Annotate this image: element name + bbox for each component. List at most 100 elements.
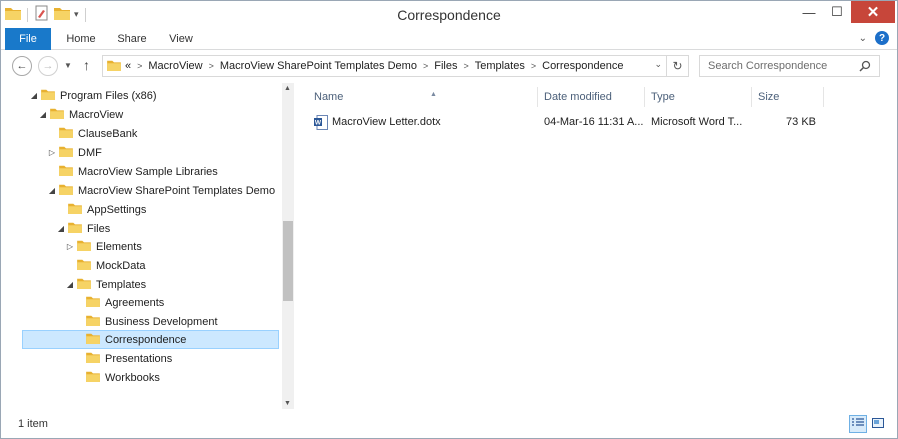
folder-icon [59, 164, 73, 179]
breadcrumb-macroview[interactable]: MacroView [148, 60, 202, 72]
tab-view[interactable]: View [161, 28, 201, 50]
minimize-button[interactable]: — [795, 1, 823, 23]
file-size: 73 KB [786, 116, 816, 128]
chevron-right-icon[interactable]: > [531, 61, 536, 71]
tab-file[interactable]: File [5, 28, 51, 50]
tree-item-correspondence[interactable]: Correspondence [22, 330, 279, 349]
breadcrumb-correspondence[interactable]: Correspondence [542, 60, 623, 72]
tree-item-label: DMF [78, 146, 102, 159]
large-icons-view-button[interactable] [869, 415, 887, 433]
tree-item-elements[interactable]: ▷ Elements [65, 237, 142, 256]
tab-share[interactable]: Share [111, 28, 153, 50]
collapsed-arrow-icon[interactable]: ▷ [47, 148, 57, 157]
address-bar[interactable]: « > MacroView > MacroView SharePoint Tem… [102, 55, 689, 77]
svg-text:W: W [315, 120, 322, 127]
expanded-arrow-icon[interactable]: ◢ [38, 110, 48, 119]
navigation-pane: ◢ Program Files (x86) ◢ MacroView Clause… [1, 83, 296, 409]
sort-ascending-icon: ▲ [430, 91, 437, 98]
folder-icon [107, 59, 121, 74]
search-icon[interactable] [859, 60, 871, 75]
help-icon[interactable]: ? [875, 31, 889, 45]
expand-ribbon-chevron-icon[interactable]: ⌄ [859, 33, 867, 44]
chevron-right-icon[interactable]: > [137, 61, 142, 71]
tree-item-clausebank[interactable]: ClauseBank [47, 124, 137, 143]
column-header-size[interactable]: Size [752, 87, 824, 107]
tree-item-label: Elements [96, 240, 142, 253]
file-type: Microsoft Word T... [651, 116, 743, 128]
tree-item-label: Correspondence [105, 333, 187, 346]
chevron-right-icon[interactable]: > [209, 61, 214, 71]
tree-item-macroview[interactable]: ◢ MacroView [38, 105, 123, 124]
tree-item-sample-libraries[interactable]: MacroView Sample Libraries [47, 162, 218, 181]
tree-item-label: Workbooks [105, 371, 160, 384]
status-bar: 1 item [1, 412, 897, 438]
file-row[interactable]: W MacroView Letter.dotx 04-Mar-16 11:31 … [308, 113, 824, 133]
tree-item-label: Files [87, 222, 111, 235]
search-box[interactable] [699, 55, 880, 77]
breadcrumb-overflow[interactable]: « [125, 60, 131, 72]
folder-icon [59, 183, 73, 198]
tree-item-label: Agreements [105, 296, 165, 309]
breadcrumb-templates[interactable]: Templates [475, 60, 525, 72]
scroll-down-arrow-icon[interactable]: ▼ [284, 400, 291, 407]
column-header-type[interactable]: Type [645, 87, 752, 107]
chevron-right-icon[interactable]: > [463, 61, 468, 71]
tree-item-files[interactable]: ◢ Files [56, 219, 110, 238]
large-icons-view-icon [872, 417, 884, 431]
file-name: MacroView Letter.dotx [332, 116, 441, 128]
folder-icon [86, 370, 100, 385]
tree-item-label: ClauseBank [78, 127, 138, 140]
navigation-pane-scrollbar[interactable]: ▲ ▼ [282, 83, 294, 409]
tree-item-templates-demo[interactable]: ◢ MacroView SharePoint Templates Demo [47, 181, 275, 200]
word-document-icon: W [314, 115, 328, 133]
tree-item-workbooks[interactable]: Workbooks [74, 368, 160, 387]
chevron-right-icon[interactable]: > [423, 61, 428, 71]
forward-button[interactable]: → [38, 56, 58, 76]
tree-item-label: MacroView [69, 108, 124, 121]
tab-home[interactable]: Home [59, 28, 103, 50]
close-button[interactable]: ✕ [851, 1, 895, 23]
scrollbar-thumb[interactable] [283, 221, 293, 301]
column-header-name[interactable]: ▲ Name [308, 87, 538, 107]
folder-icon [77, 277, 91, 292]
details-view-button[interactable] [849, 415, 867, 433]
tree-item-label: Program Files (x86) [60, 89, 157, 102]
folder-icon [86, 332, 100, 347]
column-header-label: Type [651, 91, 675, 103]
tree-item-business-development[interactable]: Business Development [74, 312, 218, 331]
file-list: ▲ Name Date modified Type Size W MacroVi… [298, 83, 897, 409]
tree-item-label: MacroView Sample Libraries [78, 165, 218, 178]
expanded-arrow-icon[interactable]: ◢ [47, 186, 57, 195]
scroll-up-arrow-icon[interactable]: ▲ [284, 85, 291, 92]
expanded-arrow-icon[interactable]: ◢ [65, 280, 75, 289]
column-header-label: Date modified [544, 91, 612, 103]
tree-item-agreements[interactable]: Agreements [74, 293, 164, 312]
tree-item-appsettings[interactable]: AppSettings [56, 200, 146, 219]
back-button[interactable]: ← [12, 56, 32, 76]
expanded-arrow-icon[interactable]: ◢ [29, 91, 39, 100]
item-count: 1 item [18, 418, 48, 430]
tree-item-mockdata[interactable]: MockData [65, 256, 146, 275]
refresh-icon[interactable]: ↻ [666, 56, 688, 76]
tree-item-label: MockData [96, 259, 146, 272]
expanded-arrow-icon[interactable]: ◢ [56, 224, 66, 233]
collapsed-arrow-icon[interactable]: ▷ [65, 242, 75, 251]
tree-item-templates[interactable]: ◢ Templates [65, 275, 146, 294]
search-input[interactable] [700, 60, 850, 72]
folder-icon [59, 126, 73, 141]
tree-item-dmf[interactable]: ▷ DMF [47, 143, 102, 162]
up-arrow-icon[interactable]: ↑ [83, 57, 90, 73]
window-controls: — ☐ ✕ [795, 1, 895, 23]
breadcrumb-files[interactable]: Files [434, 60, 457, 72]
breadcrumb-templates-demo[interactable]: MacroView SharePoint Templates Demo [220, 60, 417, 72]
recent-locations-chevron-icon[interactable]: ▼ [64, 61, 72, 70]
file-date-modified: 04-Mar-16 11:31 A... [544, 116, 644, 128]
column-header-date-modified[interactable]: Date modified [538, 87, 645, 107]
maximize-button[interactable]: ☐ [823, 1, 851, 23]
window-title: Correspondence [397, 7, 501, 23]
address-dropdown-icon[interactable]: ⌄ [654, 59, 662, 70]
tree-item-presentations[interactable]: Presentations [74, 349, 172, 368]
tree-item-label: MacroView SharePoint Templates Demo [78, 184, 276, 197]
tree-item-program-files[interactable]: ◢ Program Files (x86) [29, 86, 157, 105]
folder-icon [77, 239, 91, 254]
